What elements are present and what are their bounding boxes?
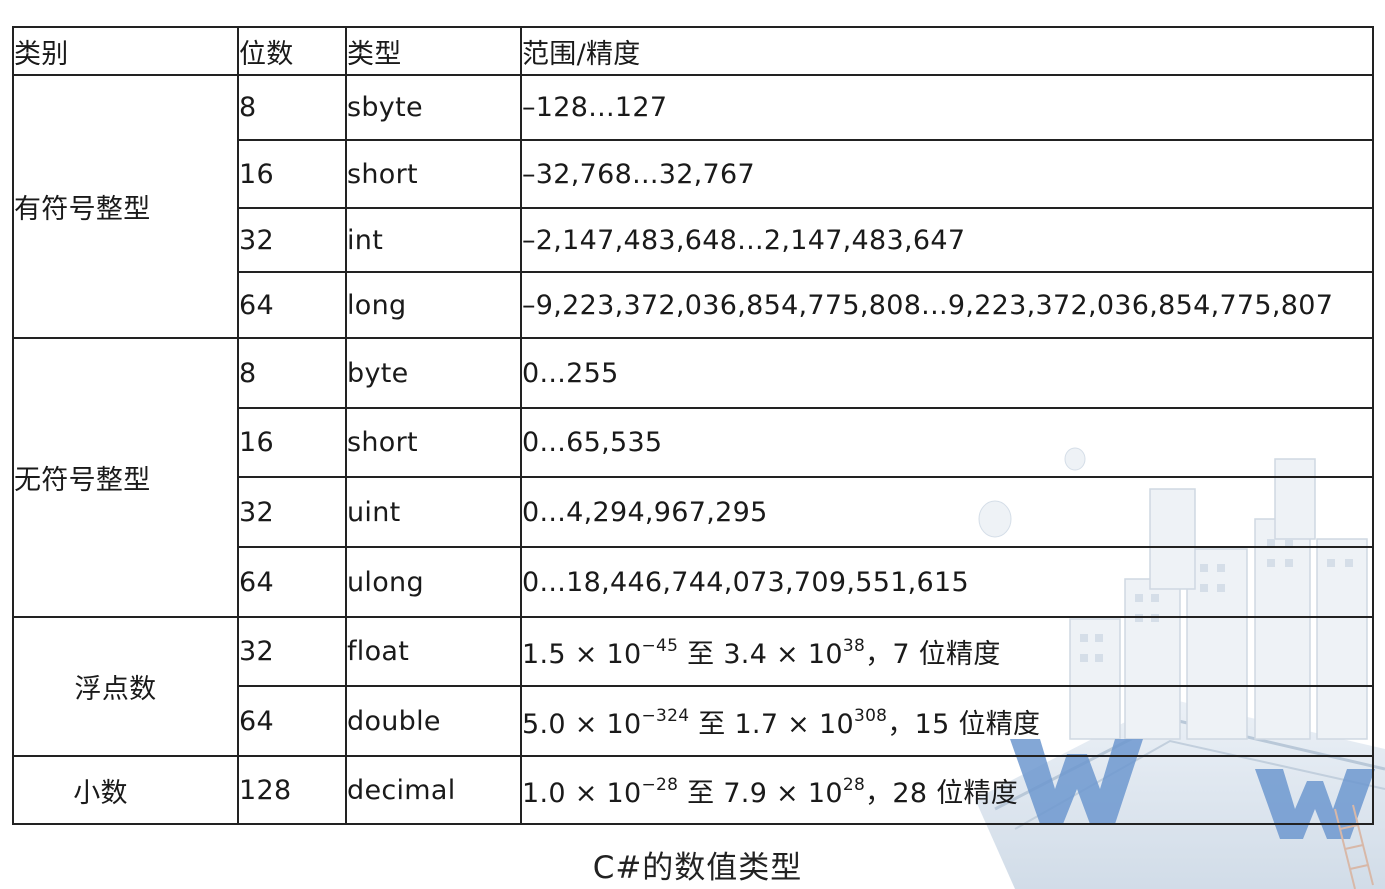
table-row: 无符号整型 8 byte 0...255 [12,337,1374,618]
cell-range: 0...65,535 [520,407,1374,478]
cell-range: 1.5 × 10−45 至 3.4 × 1038，7 位精度 [520,616,1374,687]
cell-type: short [345,407,522,478]
cell-range: –2,147,483,648...2,147,483,647 [520,207,1374,273]
range-base-low: 5.0 × 10 [522,708,642,740]
cell-range: –32,768...32,767 [520,139,1374,209]
range-exponent-low: −45 [641,636,679,656]
cell-range: 0...255 [520,337,1374,409]
cell-range: 5.0 × 10−324 至 1.7 × 10308，15 位精度 [520,685,1374,757]
cell-type: decimal [345,755,522,825]
cell-bits: 128 [237,755,347,825]
table-header-row: 类别 位数 类型 范围/精度 [12,26,1374,76]
range-base-high: 至 3.4 × 10 [678,639,843,670]
cell-type: byte [345,337,522,409]
cell-range: 0...18,446,744,073,709,551,615 [520,546,1374,618]
cell-bits: 64 [237,271,347,339]
header-bits: 位数 [237,26,347,76]
cell-type: float [345,616,522,687]
range-base-high: 至 7.9 × 10 [678,777,843,809]
header-type: 类型 [345,26,522,76]
group-unsigned-integer: 无符号整型 [12,337,239,618]
range-exponent-low: −28 [641,774,679,795]
range-exponent-high: 28 [842,774,866,795]
cell-bits: 16 [237,139,347,209]
cell-range: 1.0 × 10−28 至 7.9 × 1028，28 位精度 [520,755,1374,825]
cell-bits: 8 [237,74,347,141]
cell-type: sbyte [345,74,522,141]
cell-type: long [345,271,522,339]
range-base-low: 1.0 × 10 [522,777,642,809]
cell-bits: 32 [237,616,347,687]
table-row: 有符号整型 8 sbyte –128...127 [12,74,1374,339]
cell-type: double [345,685,522,757]
cell-type: short [345,139,522,209]
range-precision: ，7 位精度 [865,639,1001,670]
table-caption: C#的数值类型 [592,850,803,886]
header-range: 范围/精度 [520,26,1374,76]
cell-bits: 16 [237,407,347,478]
cell-range: –128...127 [520,74,1374,141]
range-exponent-high: 308 [853,705,888,726]
numeric-types-table: 类别 位数 类型 范围/精度 有符号整型 8 sbyte –128...127 … [12,26,1374,825]
cell-bits: 64 [237,546,347,618]
range-precision: ，15 位精度 [887,708,1041,740]
table-row: 小数 128 decimal 1.0 × 10−28 至 7.9 × 1028，… [12,755,1374,825]
cell-bits: 32 [237,207,347,273]
range-base-low: 1.5 × 10 [522,639,642,670]
group-floating-point: 浮点数 [12,616,239,757]
group-decimal: 小数 [12,755,239,825]
range-base-high: 至 1.7 × 10 [689,708,854,740]
cell-range: 0...4,294,967,295 [520,476,1374,548]
header-category: 类别 [12,26,239,76]
range-exponent-high: 38 [842,636,866,656]
cell-type: ulong [345,546,522,618]
cell-type: int [345,207,522,273]
cell-range: –9,223,372,036,854,775,808...9,223,372,0… [520,271,1374,339]
range-precision: ，28 位精度 [865,777,1019,809]
cell-bits: 32 [237,476,347,548]
cell-bits: 64 [237,685,347,757]
cell-bits: 8 [237,337,347,409]
group-signed-integer: 有符号整型 [12,74,239,339]
range-exponent-low: −324 [641,705,690,726]
table-row: 浮点数 32 float 1.5 × 10−45 至 3.4 × 1038，7 … [12,616,1374,757]
cell-type: uint [345,476,522,548]
